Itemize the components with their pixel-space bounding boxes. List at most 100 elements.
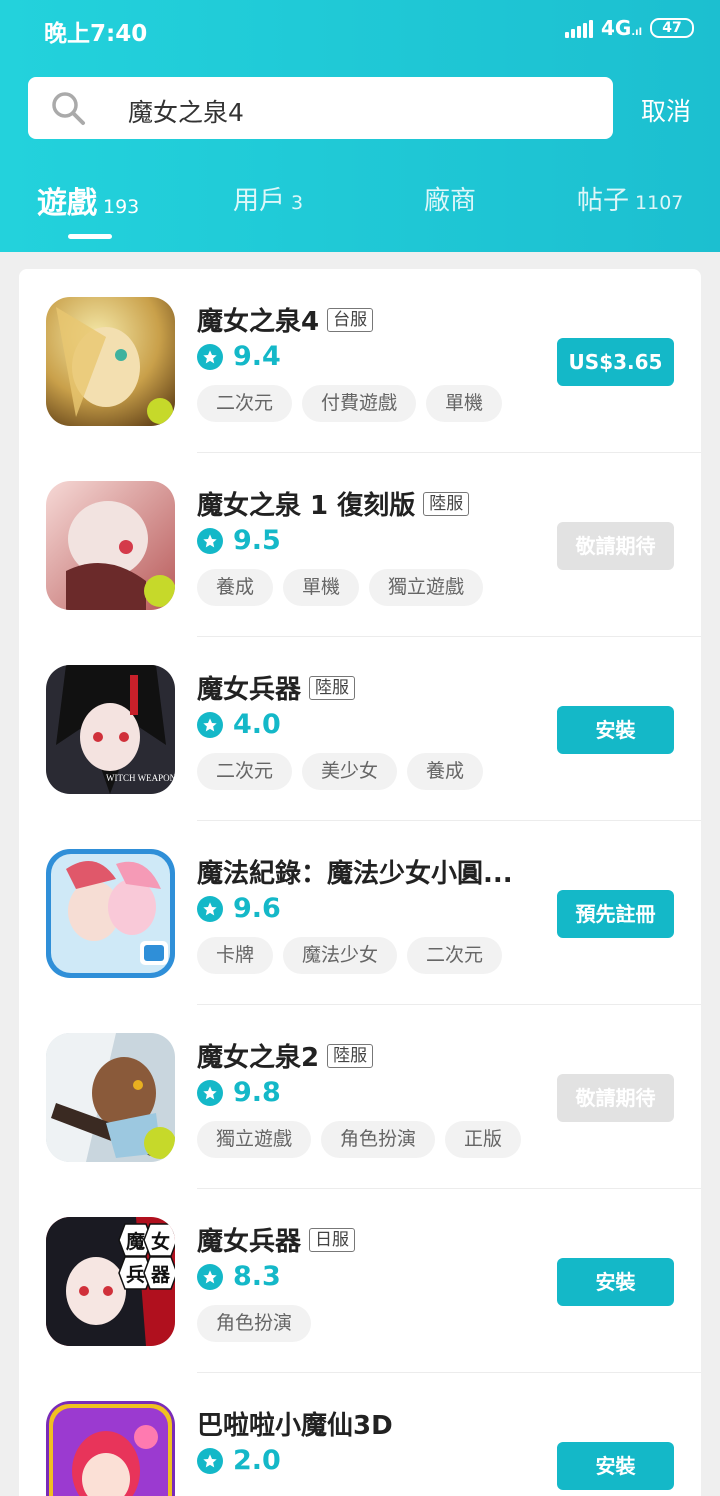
tag[interactable]: 單機 [426,385,503,422]
region-badge: 台服 [327,307,374,332]
game-row[interactable]: 魔法紀錄：魔法少女小圓... 9.6 卡牌 魔法少女 二次元 預先註冊 [19,821,701,1005]
install-button[interactable]: 安裝 [557,1442,674,1490]
game-row[interactable]: 魔女之泉2 陸服 9.8 獨立遊戲 角色扮演 正版 敬請期待 [19,1005,701,1189]
status-time: 晚上7:40 [44,21,148,47]
install-button[interactable]: 安裝 [557,1258,674,1306]
tag[interactable]: 角色扮演 [321,1121,436,1158]
tag[interactable]: 卡牌 [197,937,274,974]
tag[interactable]: 美少女 [302,753,398,790]
game-rating: 9.6 [197,893,281,924]
tag[interactable]: 單機 [283,569,360,606]
tag[interactable]: 獨立遊戲 [197,1121,312,1158]
game-title: 魔女之泉 1 復刻版 陸服 [197,485,470,522]
tag[interactable]: 養成 [197,569,274,606]
cancel-button[interactable]: 取消 [641,92,691,128]
game-rating: 9.4 [197,341,281,372]
tag[interactable]: 付費遊戲 [302,385,417,422]
game-name: 魔女兵器 [197,675,302,705]
icon-char-1: 魔 [126,1230,146,1253]
game-title: 魔女之泉4 台服 [197,301,374,338]
game-rating: 4.0 [197,709,281,740]
search-icon [52,92,85,125]
witch-spring-1-icon[interactable] [46,481,175,610]
install-button[interactable]: 安裝 [557,706,674,754]
status-indicators: 4G.ıl 47 [565,16,694,40]
preregister-button[interactable]: 預先註冊 [557,890,674,938]
rating-value: 8.3 [233,1261,281,1292]
game-tags: 卡牌 魔法少女 二次元 [197,937,503,974]
battery-icon: 47 [650,18,694,38]
coming-soon-button[interactable]: 敬請期待 [557,1074,674,1122]
witch-weapon-icon[interactable]: WITCH WEAPON [46,665,175,794]
magia-record-icon[interactable] [46,849,175,978]
signal-icon [565,18,593,38]
rating-value: 9.4 [233,341,281,372]
star-icon [197,527,223,554]
tag[interactable]: 魔法少女 [283,937,398,974]
tab-vendors[interactable]: 廠商 [424,180,476,217]
game-row[interactable]: 巴啦啦小魔仙3D 2.0 安裝 [19,1373,701,1496]
game-name: 魔女之泉4 [197,307,320,337]
tag[interactable]: 角色扮演 [197,1305,312,1342]
active-tab-indicator [68,234,112,239]
game-name: 魔法紀錄：魔法少女小圓... [197,859,513,889]
tab-games[interactable]: 遊戲 193 [37,178,139,222]
star-icon [197,343,223,370]
rating-value: 2.0 [233,1445,281,1476]
status-bar: 晚上7:40 4G.ıl 47 [0,0,720,56]
buy-button[interactable]: US$3.65 [557,338,674,386]
region-badge: 日服 [309,1227,356,1252]
tag[interactable]: 獨立遊戲 [369,569,484,606]
game-rating: 2.0 [197,1445,281,1476]
tab-users[interactable]: 用戶 3 [233,180,303,217]
header: 晚上7:40 4G.ıl 47 魔女之泉4 取消 遊戲 193 用戶 3 廠商 帖子… [0,0,720,252]
witch-spring-4-icon[interactable] [46,297,175,426]
rating-value: 9.8 [233,1077,281,1108]
coming-soon-button[interactable]: 敬請期待 [557,522,674,570]
game-row[interactable]: 魔女之泉 1 復刻版 陸服 9.5 養成 單機 獨立遊戲 敬請期待 [19,453,701,637]
region-badge: 陸服 [309,675,356,700]
search-query: 魔女之泉4 [128,98,244,127]
tag[interactable]: 正版 [445,1121,522,1158]
tag[interactable]: 二次元 [407,937,503,974]
game-row[interactable]: 魔女之泉4 台服 9.4 二次元 付費遊戲 單機 US$3.65 [19,269,701,453]
star-icon [197,1079,223,1106]
game-rating: 9.8 [197,1077,281,1108]
game-name: 魔女之泉 1 復刻版 [197,491,416,521]
game-name: 魔女之泉2 [197,1043,320,1073]
game-title: 巴啦啦小魔仙3D [197,1405,393,1442]
star-icon [197,895,223,922]
tag[interactable]: 二次元 [197,753,293,790]
icon-char-4: 器 [150,1264,171,1286]
tag[interactable]: 二次元 [197,385,293,422]
game-title: 魔女之泉2 陸服 [197,1037,374,1074]
game-tags: 角色扮演 [197,1305,312,1342]
balala-icon[interactable] [46,1401,175,1496]
game-row[interactable]: 魔 女 兵 器 魔女兵器 日服 8.3 角色扮演 安裝 [19,1189,701,1373]
witch-spring-2-icon[interactable] [46,1033,175,1162]
network-type: 4G.ıl [601,16,642,40]
star-icon [197,1447,223,1474]
search-input[interactable]: 魔女之泉4 [28,77,613,139]
game-rating: 8.3 [197,1261,281,1292]
game-title: 魔女兵器 陸服 [197,669,356,706]
star-icon [197,1263,223,1290]
witch-weapon-jp-icon[interactable]: 魔 女 兵 器 [46,1217,175,1346]
icon-char-2: 女 [151,1230,170,1253]
tag[interactable]: 養成 [407,753,484,790]
tab-posts[interactable]: 帖子 1107 [577,180,683,217]
rating-value: 9.6 [233,893,281,924]
rating-value: 9.5 [233,525,281,556]
region-badge: 陸服 [423,491,470,516]
game-tags: 獨立遊戲 角色扮演 正版 [197,1121,522,1158]
game-tags: 二次元 美少女 養成 [197,753,484,790]
game-tags: 二次元 付費遊戲 單機 [197,385,503,422]
game-name: 巴啦啦小魔仙3D [197,1411,393,1441]
game-name: 魔女兵器 [197,1227,302,1257]
game-tags: 養成 單機 獨立遊戲 [197,569,484,606]
game-row[interactable]: WITCH WEAPON 魔女兵器 陸服 4.0 二次元 美少女 養成 安裝 [19,637,701,821]
game-title: 魔法紀錄：魔法少女小圓... [197,853,513,890]
icon-char-3: 兵 [126,1264,145,1286]
results-list: 魔女之泉4 台服 9.4 二次元 付費遊戲 單機 US$3.65 魔女之泉 1 … [19,269,701,1496]
witch-weapon-icon-label: WITCH WEAPON [106,773,175,783]
